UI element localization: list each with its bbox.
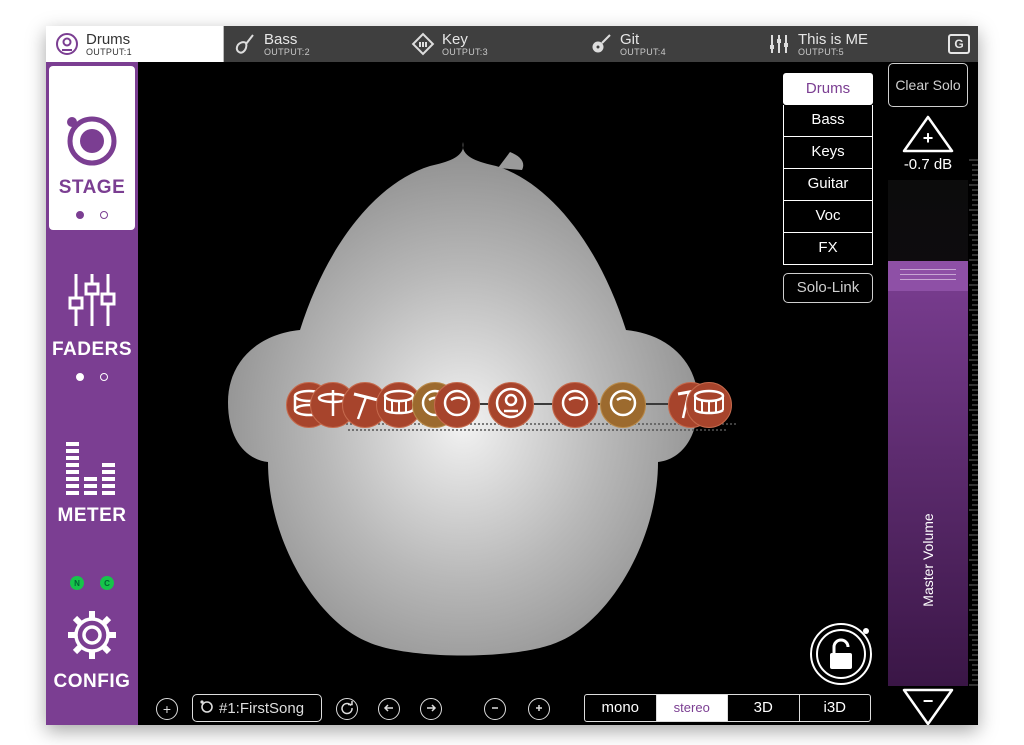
solo-link-button[interactable]: Solo-Link [783,273,873,303]
arrow-left-icon [383,701,395,717]
add-song-button[interactable]: + [156,698,178,720]
sidebar-item-config[interactable]: CONFIG [49,608,135,693]
tab-key[interactable]: Key OUTPUT:3 [402,26,580,62]
keyboard-icon [410,31,436,57]
reload-button[interactable] [336,698,358,720]
guitar-icon [588,31,614,57]
group-button-keys[interactable]: Keys [783,137,873,169]
group-selector: Drums Bass Keys Guitar Voc FX [783,73,873,265]
sidebar-label: CONFIG [53,671,131,692]
song-name: #1:FirstSong [219,699,305,717]
tab-bass[interactable]: Bass OUTPUT:2 [224,26,402,62]
group-button-voc[interactable]: Voc [783,201,873,233]
tab-output: OUTPUT:4 [620,46,666,57]
previous-song-button[interactable] [378,698,400,720]
volume-fill [888,261,968,686]
mode-3d[interactable]: 3D [728,695,800,721]
tab-output: OUTPUT:2 [264,46,310,57]
refresh-icon [340,700,354,718]
tom-icon [558,388,592,423]
status-led-n: N [70,576,84,590]
g-button[interactable]: G [948,34,970,54]
sidebar-item-stage[interactable]: STAGE [49,66,135,230]
master-volume-label: Master Volume [920,513,936,607]
sidebar: STAGE FADERS METER N C CONFIG [46,62,138,725]
lock-icon [810,623,872,685]
sidebar-item-faders[interactable]: FADERS [49,270,135,381]
page-dots [76,373,108,381]
song-icon [199,698,215,718]
tab-git[interactable]: Git OUTPUT:4 [580,26,758,62]
page-dots [76,211,108,219]
tab-drums[interactable]: Drums OUTPUT:1 [46,26,224,62]
mode-stereo[interactable]: stereo [656,695,728,721]
group-button-fx[interactable]: FX [783,233,873,265]
zoom-out-button[interactable] [484,698,506,720]
source-floor-tom-2[interactable] [686,382,732,428]
clear-solo-button[interactable]: Clear Solo [888,63,968,107]
tab-name: Bass [264,30,298,48]
tab-name: This is ME [798,30,869,48]
song-selector[interactable]: #1:FirstSong [192,694,322,722]
faders-icon [68,270,116,335]
source-kick-drum[interactable] [488,382,534,428]
status-leds: N C [70,576,114,590]
tab-this-is-me[interactable]: This is ME OUTPUT:5 [758,26,936,62]
volume-scale [969,159,978,686]
master-volume-slider[interactable]: Master Volume [888,180,968,686]
snare-icon [382,388,416,423]
sidebar-label: FADERS [51,339,133,360]
mixer-icon [766,31,792,57]
mode-i3d[interactable]: i3D [800,695,871,721]
group-button-bass[interactable]: Bass [783,105,873,137]
drum-kit-icon [54,31,80,57]
minus-label: − [922,691,934,711]
gear-icon [65,608,119,667]
tom-icon [440,388,474,423]
kick-drum-icon [494,386,528,425]
stage-icon [64,112,120,173]
sidebar-label: STAGE [58,177,126,198]
volume-db-readout: -0.7 dB [903,156,953,173]
tab-name: Git [620,30,640,48]
tab-output: OUTPUT:1 [86,46,132,57]
lock-button[interactable] [808,621,874,687]
next-song-button[interactable] [420,698,442,720]
meter-icon [64,440,120,501]
floor-tom-icon [692,388,726,423]
mode-mono[interactable]: mono [585,695,657,721]
tab-name: Key [442,30,468,48]
head-silhouette [228,142,738,656]
plus-label: + [922,128,934,148]
tab-output: OUTPUT:3 [442,46,488,57]
volume-handle[interactable] [888,261,968,291]
tom-icon [606,388,640,423]
tab-output: OUTPUT:5 [798,46,844,57]
zoom-in-button[interactable] [528,698,550,720]
tab-name: Drums [86,30,131,48]
output-tab-bar: Drums OUTPUT:1 Bass OUTPUT:2 Key OUTPUT:3 G… [46,26,978,62]
sidebar-label: METER [57,505,127,526]
stage-area[interactable] [138,62,798,686]
source-tom-2[interactable] [434,382,480,428]
sidebar-item-meter[interactable]: METER [49,440,135,527]
app-window: Drums OUTPUT:1 Bass OUTPUT:2 Key OUTPUT:3 G… [46,26,978,725]
group-button-drums[interactable]: Drums [783,73,873,105]
group-button-guitar[interactable]: Guitar [783,169,873,201]
arrow-right-icon [425,701,437,717]
zoom-in-icon [533,701,545,717]
zoom-out-icon [489,701,501,717]
volume-up-button[interactable]: + [900,114,956,159]
volume-down-button[interactable]: − [900,687,956,725]
output-mode-selector: mono stereo 3D i3D [584,694,871,722]
source-tom-3[interactable] [552,382,598,428]
source-tom-4[interactable] [600,382,646,428]
status-led-c: C [100,576,114,590]
bass-guitar-icon [232,31,258,57]
